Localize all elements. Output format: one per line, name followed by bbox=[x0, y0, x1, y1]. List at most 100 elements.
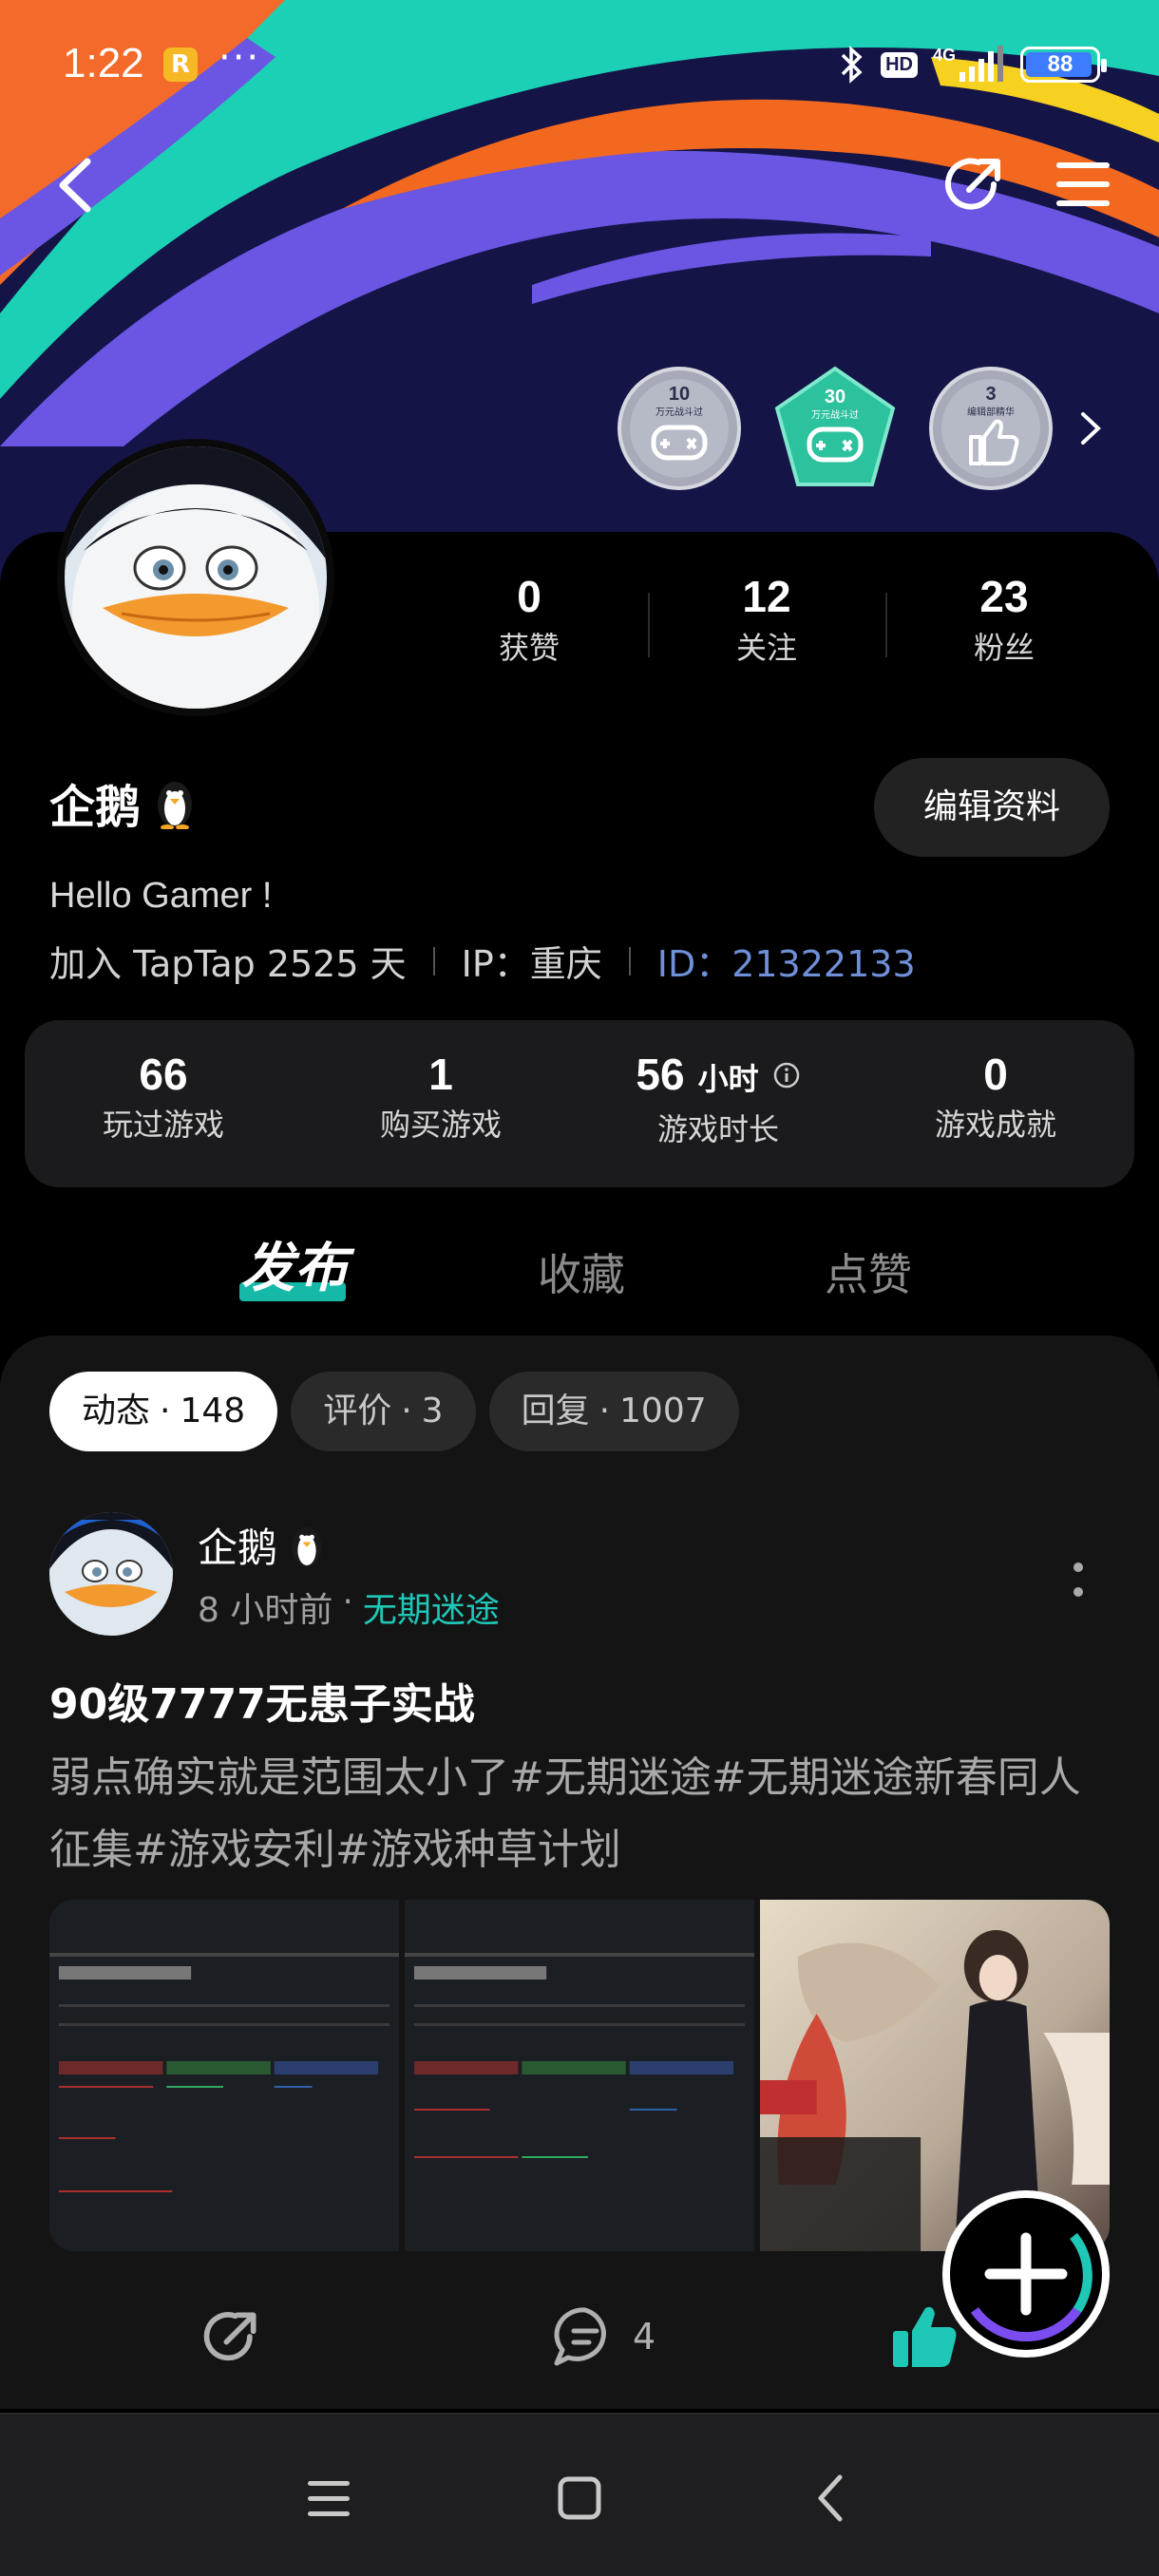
badge-30[interactable]: 30 万元战斗过 bbox=[771, 365, 899, 492]
stat-achievements[interactable]: 0 游戏成就 bbox=[857, 1020, 1134, 1187]
post-author[interactable]: 企鹅 bbox=[198, 1516, 327, 1574]
stat-value: 0 bbox=[517, 572, 542, 621]
chevron-right-icon[interactable] bbox=[1072, 407, 1110, 450]
profile-meta: 加入 TapTap 2525 天 IP：重庆 ID：21322133 bbox=[49, 935, 916, 987]
edit-profile-button[interactable]: 编辑资料 bbox=[874, 758, 1110, 857]
chip-label: 回复 bbox=[521, 1392, 590, 1430]
post-game-link[interactable]: 无期迷途 bbox=[363, 1582, 500, 1632]
thumbs-up-icon[interactable] bbox=[889, 2301, 960, 2371]
game-stats-bar: 66 玩过游戏 1 购买游戏 56 小时 游戏时长 0 游戏成就 bbox=[25, 1020, 1134, 1187]
stat-likes[interactable]: 0 获赞 bbox=[410, 566, 648, 669]
stat-label: 购买游戏 bbox=[379, 1107, 502, 1143]
penguin-avatar-icon bbox=[65, 446, 327, 731]
penguin-emoji-icon bbox=[158, 782, 193, 829]
post-title[interactable]: 90级7777无患子实战 bbox=[49, 1670, 475, 1731]
more-vertical-icon[interactable] bbox=[1064, 1556, 1092, 1603]
achievement-badges[interactable]: 10 万元战斗过 30 万元战斗过 3 编辑部精华 bbox=[616, 365, 1054, 492]
plus-icon bbox=[970, 2232, 1092, 2341]
username: 企鹅 bbox=[49, 781, 142, 834]
chip-label: 评价 bbox=[323, 1392, 392, 1430]
stat-bought-games[interactable]: 1 购买游戏 bbox=[302, 1020, 580, 1187]
post-meta: 8 小时前 · 无期迷途 bbox=[198, 1582, 500, 1632]
screenshot-thumbnail bbox=[49, 1900, 399, 2251]
share-icon[interactable] bbox=[200, 2304, 264, 2369]
svg-text:万元战斗过: 万元战斗过 bbox=[811, 408, 859, 421]
post-image-2[interactable] bbox=[405, 1900, 754, 2251]
comment-count: 4 bbox=[633, 2316, 656, 2358]
penguin-avatar-icon bbox=[49, 1512, 173, 1636]
battery-icon: 88 bbox=[1020, 47, 1107, 83]
tab-favorites[interactable]: 收藏 bbox=[538, 1237, 625, 1313]
svg-text:30: 30 bbox=[825, 387, 846, 407]
stat-label: 游戏时长 bbox=[656, 1111, 779, 1147]
back-icon[interactable] bbox=[49, 152, 106, 218]
status-bar: 1:22 R ··· HD 4G 88 bbox=[0, 0, 1159, 133]
more-notifications-icon: ··· bbox=[218, 36, 261, 80]
back-icon[interactable] bbox=[798, 2464, 866, 2532]
stat-value: 12 bbox=[742, 572, 791, 621]
app-notification-icon: R bbox=[163, 47, 198, 82]
post-author-avatar[interactable] bbox=[49, 1512, 173, 1636]
chip-reviews[interactable]: 评价 · 3 bbox=[291, 1372, 476, 1451]
filter-chips: 动态 · 148 评价 · 3 回复 · 1007 bbox=[49, 1372, 739, 1451]
chip-count: 148 bbox=[180, 1392, 246, 1430]
user-id[interactable]: ID：21322133 bbox=[657, 935, 916, 987]
svg-text:万元战斗过: 万元战斗过 bbox=[656, 406, 703, 418]
stat-label: 关注 bbox=[735, 630, 797, 666]
hd-icon: HD bbox=[881, 51, 918, 78]
bluetooth-icon bbox=[841, 46, 863, 84]
ip-location: IP：重庆 bbox=[461, 943, 602, 985]
battery-level: 88 bbox=[1047, 51, 1074, 77]
stat-value: 0 bbox=[983, 1050, 1008, 1099]
username-row: 企鹅 bbox=[49, 769, 198, 836]
chip-count: 1007 bbox=[619, 1392, 707, 1430]
status-time: 1:22 bbox=[63, 40, 144, 86]
home-icon[interactable] bbox=[545, 2464, 614, 2532]
stat-following[interactable]: 12 关注 bbox=[648, 566, 885, 669]
info-icon[interactable] bbox=[772, 1061, 801, 1089]
post-body[interactable]: 弱点确实就是范围太小了#无期迷途#无期迷途新春同人征集#游戏安利#游戏种草计划 bbox=[49, 1742, 1113, 1886]
post-time: 8 小时前 bbox=[198, 1591, 333, 1630]
avatar[interactable] bbox=[57, 439, 334, 731]
tab-posts[interactable]: 发布 bbox=[241, 1231, 348, 1307]
penguin-emoji-icon bbox=[292, 1526, 322, 1567]
divider bbox=[628, 946, 631, 975]
svg-text:4G: 4G bbox=[933, 46, 956, 65]
meta-dot: · bbox=[342, 1582, 353, 1621]
game-badge-icon: 30 万元战斗过 bbox=[774, 366, 896, 486]
stat-value: 1 bbox=[428, 1050, 453, 1099]
stat-label: 游戏成就 bbox=[934, 1107, 1056, 1143]
stat-label: 玩过游戏 bbox=[102, 1107, 224, 1143]
stat-played-games[interactable]: 66 玩过游戏 bbox=[25, 1020, 302, 1187]
recent-apps-icon[interactable] bbox=[294, 2464, 363, 2532]
chip-label: 动态 bbox=[82, 1392, 151, 1430]
stat-play-time[interactable]: 56 小时 游戏时长 bbox=[580, 1020, 857, 1187]
screenshot-thumbnail bbox=[405, 1900, 754, 2251]
bio: Hello Gamer ! bbox=[49, 876, 273, 916]
badge-10[interactable]: 10 万元战斗过 bbox=[616, 365, 743, 492]
comment-button[interactable]: 4 bbox=[551, 2304, 656, 2369]
thumbs-up-badge-icon: 3 编辑部精华 bbox=[929, 367, 1053, 490]
joined-days: 加入 TapTap 2525 天 bbox=[49, 943, 407, 985]
divider bbox=[432, 946, 435, 975]
tab-liked[interactable]: 点赞 bbox=[825, 1237, 912, 1313]
chip-replies[interactable]: 回复 · 1007 bbox=[488, 1372, 739, 1451]
comment-icon bbox=[554, 2307, 606, 2366]
stat-followers[interactable]: 23 粉丝 bbox=[885, 566, 1123, 669]
badge-3[interactable]: 3 编辑部精华 bbox=[927, 365, 1054, 492]
stat-label: 获赞 bbox=[498, 630, 560, 666]
post-author-name: 企鹅 bbox=[198, 1525, 278, 1571]
chip-moments[interactable]: 动态 · 148 bbox=[49, 1372, 278, 1451]
stat-value: 56 bbox=[636, 1050, 685, 1099]
social-stats: 0 获赞 12 关注 23 粉丝 bbox=[410, 566, 1123, 669]
content-tabs: 发布 收藏 点赞 bbox=[0, 1231, 1159, 1316]
game-badge-icon: 10 万元战斗过 bbox=[618, 367, 741, 490]
stat-unit: 小时 bbox=[697, 1062, 759, 1096]
stat-value: 23 bbox=[979, 572, 1029, 621]
chip-count: 3 bbox=[421, 1392, 444, 1430]
create-post-button[interactable] bbox=[942, 2190, 1110, 2358]
svg-text:10: 10 bbox=[669, 384, 690, 405]
menu-icon[interactable] bbox=[1053, 157, 1113, 212]
share-icon[interactable] bbox=[940, 150, 1009, 218]
post-image-1[interactable] bbox=[49, 1900, 399, 2251]
